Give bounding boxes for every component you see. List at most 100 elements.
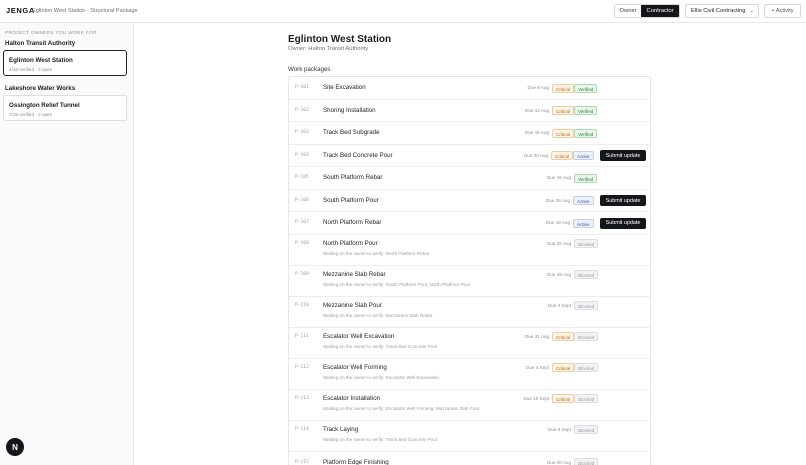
package-waiting-note: Waiting on the owner to verify: Escalato… bbox=[323, 374, 439, 380]
package-due-date: Due 19 Aug bbox=[545, 220, 570, 225]
work-package-row[interactable]: P-104 Track Bed Concrete Pour Active Critic… bbox=[289, 145, 650, 167]
work-package-row[interactable]: P-109 Mezzanine Slab Rebar Waiting on the … bbox=[289, 266, 650, 297]
package-name: Track Laying bbox=[323, 425, 359, 433]
status-badge: Blocked bbox=[574, 270, 599, 279]
status-badge: Verified bbox=[574, 83, 598, 93]
work-package-row[interactable]: P-101 Site Excavation Verified Critical Due … bbox=[289, 77, 650, 100]
submit-update-button[interactable]: Submit update bbox=[600, 217, 646, 229]
critical-badge: Critical bbox=[552, 128, 575, 138]
package-name: Mezzanine Slab Rebar bbox=[323, 270, 386, 278]
package-due-date: Due 20 Aug bbox=[523, 152, 548, 158]
package-due-date: Due 15 Aug bbox=[524, 130, 549, 135]
work-package-row[interactable]: P-107 North Platform Rebar Active Due 19 Au… bbox=[289, 212, 650, 235]
package-code: P-105 bbox=[295, 175, 309, 180]
package-due-date: Due 4 Sept bbox=[526, 364, 549, 370]
sidebar-caption: PROJECT OWNERS YOU WORK FOR bbox=[5, 30, 97, 35]
page-title: Eglinton West Station bbox=[288, 34, 392, 45]
project-name: Eglinton West Station bbox=[9, 57, 73, 64]
work-package-row[interactable]: P-115 Platform Edge Finishing Blocked Due 2… bbox=[289, 452, 650, 465]
submit-update-button[interactable]: Submit update bbox=[600, 195, 646, 206]
work-package-row[interactable]: P-105 South Platform Rebar Verified Due 18 … bbox=[289, 167, 650, 190]
role-toggle: Owner Contractor bbox=[614, 4, 680, 18]
status-badge: Blocked bbox=[574, 363, 599, 372]
package-due-date: Due 18 Aug bbox=[546, 175, 571, 180]
package-due-date: Due 29 Aug bbox=[546, 271, 571, 277]
critical-badge: Critical bbox=[552, 83, 575, 93]
project-meta: 7/15 verified · 2 open bbox=[9, 112, 53, 117]
work-package-row[interactable]: P-111 Escalator Well Excavation Waiting on… bbox=[289, 328, 650, 359]
work-package-row[interactable]: P-103 Track Bed Subgrade Verified Critical D… bbox=[289, 122, 650, 145]
section-heading: Work packages bbox=[288, 66, 331, 73]
package-code: P-104 bbox=[295, 152, 309, 158]
package-name: Site Excavation bbox=[323, 84, 366, 91]
package-code: P-111 bbox=[295, 333, 309, 339]
package-name: North Platform Rebar bbox=[323, 219, 382, 226]
project-card-eglinton[interactable]: Eglinton West Station 4/16 verified · 3 … bbox=[3, 50, 127, 76]
critical-badge: Critical bbox=[552, 106, 575, 115]
package-name: Mezzanine Slab Pour bbox=[323, 301, 382, 309]
critical-badge: Critical bbox=[551, 151, 574, 160]
package-name: Escalator Well Excavation bbox=[323, 332, 395, 340]
chevron-down-icon: ⌄ bbox=[749, 8, 754, 14]
work-package-row[interactable]: P-110 Mezzanine Slab Pour Waiting on the o… bbox=[289, 297, 650, 328]
package-code: P-109 bbox=[295, 271, 309, 277]
org-name: Halton Transit Authority bbox=[5, 40, 76, 47]
company-select-value: Ellis Civil Contracting bbox=[691, 8, 746, 14]
work-package-list: P-101 Site Excavation Verified Critical Due … bbox=[288, 76, 651, 465]
package-due-date: Due 25 Aug bbox=[546, 240, 571, 246]
work-package-row[interactable]: P-113 Escalator Installation Waiting on th… bbox=[289, 390, 650, 421]
package-name: Escalator Well Forming bbox=[323, 363, 387, 371]
status-badge: Active bbox=[573, 151, 594, 160]
package-due-date: Due 8 Aug bbox=[527, 85, 549, 90]
package-name: Track Bed Subgrade bbox=[323, 129, 380, 136]
package-code: P-113 bbox=[295, 395, 309, 401]
package-waiting-note: Waiting on the owner to verify: Track Be… bbox=[323, 436, 438, 442]
status-badge: Blocked bbox=[574, 458, 599, 465]
package-code: P-107 bbox=[295, 220, 309, 225]
project-meta: 4/16 verified · 3 open bbox=[9, 67, 53, 72]
assistant-fab-button[interactable]: N bbox=[6, 438, 24, 456]
top-bar: JENGA Eglinton West Station · Structural… bbox=[0, 0, 806, 23]
project-owner: Owner: Halton Transit Authority bbox=[288, 46, 369, 52]
work-package-row[interactable]: P-112 Escalator Well Forming Waiting on th… bbox=[289, 359, 650, 390]
package-name: Platform Edge Finishing bbox=[323, 458, 389, 465]
work-package-row[interactable]: P-102 Shoring Installation Verified Critica… bbox=[289, 100, 650, 122]
work-package-row[interactable]: P-106 South Platform Pour Active Due 25 Aug… bbox=[289, 190, 650, 212]
role-owner-button[interactable]: Owner bbox=[615, 5, 642, 17]
status-badge: Active bbox=[573, 218, 594, 228]
company-select[interactable]: Ellis Civil Contracting ⌄ bbox=[685, 4, 759, 18]
work-package-row[interactable]: P-114 Track Laying Waiting on the owner to… bbox=[289, 421, 650, 452]
project-card-ossington[interactable]: Ossington Relief Tunnel 7/15 verified · … bbox=[3, 95, 127, 121]
package-name: Track Bed Concrete Pour bbox=[323, 151, 393, 159]
role-contractor-button[interactable]: Contractor bbox=[641, 5, 679, 17]
work-package-row[interactable]: P-108 North Platform Pour Waiting on the o… bbox=[289, 235, 650, 266]
package-code: P-112 bbox=[295, 364, 309, 370]
status-badge: Blocked bbox=[574, 425, 599, 434]
package-due-date: Due 4 Sept bbox=[548, 302, 571, 308]
package-name: North Platform Pour bbox=[323, 239, 378, 247]
package-due-date: Due 31 Aug bbox=[524, 333, 549, 339]
org-name: Lakeshore Water Works bbox=[5, 85, 76, 92]
package-name: South Platform Pour bbox=[323, 196, 379, 204]
sidebar: PROJECT OWNERS YOU WORK FOR Halton Trans… bbox=[0, 23, 134, 465]
status-badge: Verified bbox=[574, 173, 598, 183]
package-waiting-note: Waiting on the owner to verify: Mezzanin… bbox=[323, 312, 433, 318]
package-due-date: Due 6 Sept bbox=[548, 426, 571, 432]
status-badge: Verified bbox=[574, 106, 598, 115]
critical-badge: Critical bbox=[552, 332, 575, 341]
activity-button[interactable]: + Activity bbox=[764, 4, 801, 18]
package-code: P-115 bbox=[295, 459, 309, 465]
package-waiting-note: Waiting on the owner to verify: South Pl… bbox=[323, 281, 471, 287]
critical-badge: Critical bbox=[552, 394, 575, 403]
package-name: Escalator Installation bbox=[323, 394, 381, 402]
package-waiting-note: Waiting on the owner to verify: North Pl… bbox=[323, 250, 430, 256]
package-due-date: Due 25 Aug bbox=[545, 197, 570, 203]
package-due-date: Due 20 Aug bbox=[546, 459, 571, 465]
brand-logo[interactable]: JENGA bbox=[6, 6, 35, 15]
submit-update-button[interactable]: Submit update bbox=[600, 150, 646, 161]
package-code: P-106 bbox=[295, 197, 309, 203]
package-due-date: Due 12 Aug bbox=[524, 107, 549, 113]
status-badge: Active bbox=[573, 196, 594, 205]
package-code: P-103 bbox=[295, 130, 309, 135]
status-badge: Verified bbox=[574, 128, 598, 138]
